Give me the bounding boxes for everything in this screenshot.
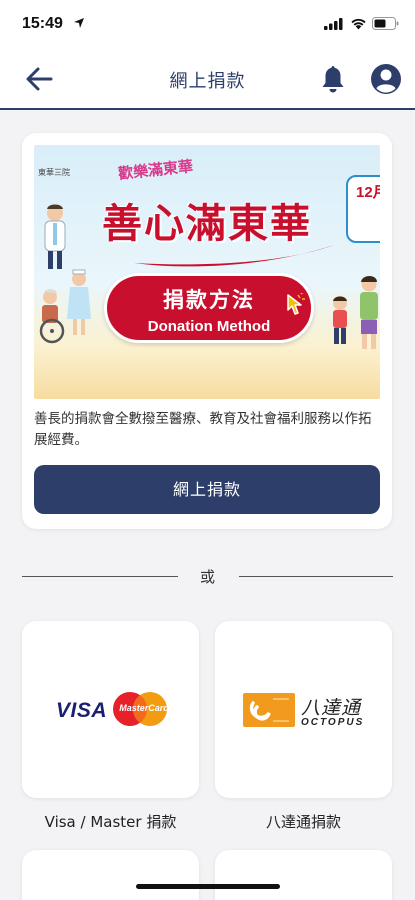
visa-master-donation-label[interactable]: Visa / Master 捐款 xyxy=(22,811,199,832)
visa-master-donation-tile[interactable]: VISA MasterCard xyxy=(22,621,199,798)
parent-figure xyxy=(360,276,378,349)
next-payment-tile[interactable] xyxy=(215,850,392,900)
status-time: 15:49 xyxy=(22,15,63,32)
status-bar: 15:49 xyxy=(0,0,415,48)
banner-top-title: 歡樂滿東華 xyxy=(117,157,194,183)
mastercard-logo-text: MasterCard xyxy=(119,703,169,713)
page-title: 網上捐款 xyxy=(169,71,246,92)
signal-icon xyxy=(324,18,343,30)
battery-icon xyxy=(372,17,399,30)
bell-icon[interactable] xyxy=(320,64,346,94)
visa-logo: VISA xyxy=(56,699,108,722)
pill-title-zh: 捐款方法 xyxy=(163,288,255,312)
doctor-figure xyxy=(44,204,66,269)
online-donation-button[interactable]: 網上捐款 xyxy=(34,465,380,514)
pointer-hand-icon xyxy=(287,293,305,315)
octopus-logo-icon xyxy=(243,693,295,727)
wheelchair-figure xyxy=(39,289,65,344)
pill-title-en: Donation Method xyxy=(147,318,271,335)
donation-description: 善長的捐款會全數撥至醫療、教育及社會福利服務以作拓展經費。 xyxy=(34,411,372,448)
donation-method-pill: 捐款方法 Donation Method xyxy=(104,273,314,343)
divider-line-right xyxy=(239,576,393,577)
octopus-logo-en: OCTOPUS xyxy=(301,717,365,728)
wifi-icon xyxy=(351,18,366,30)
donation-card: 東華三院 歡樂滿東華 善心滿東華 12 捐款方法 Donation Method… xyxy=(22,133,392,529)
child-figure xyxy=(333,296,347,344)
event-date-badge: 12月 xyxy=(346,175,380,243)
banner-org-name: 東華三院 xyxy=(38,168,70,177)
event-date: 12月 xyxy=(356,184,380,201)
octopus-logo-zh: 八達通 xyxy=(301,697,362,719)
home-indicator[interactable] xyxy=(136,884,280,889)
banner-swoosh xyxy=(134,245,334,267)
octopus-donation-label[interactable]: 八達通捐款 xyxy=(215,811,392,832)
location-arrow-icon xyxy=(74,18,84,28)
account-icon[interactable] xyxy=(370,63,402,95)
app-header: 網上捐款 xyxy=(0,48,415,110)
banner-main-title: 善心滿東華 xyxy=(102,200,312,247)
octopus-donation-tile[interactable]: 八達通 OCTOPUS xyxy=(215,621,392,798)
next-payment-tile[interactable] xyxy=(22,850,199,900)
donation-banner[interactable]: 東華三院 歡樂滿東華 善心滿東華 12 捐款方法 Donation Method xyxy=(34,145,380,399)
